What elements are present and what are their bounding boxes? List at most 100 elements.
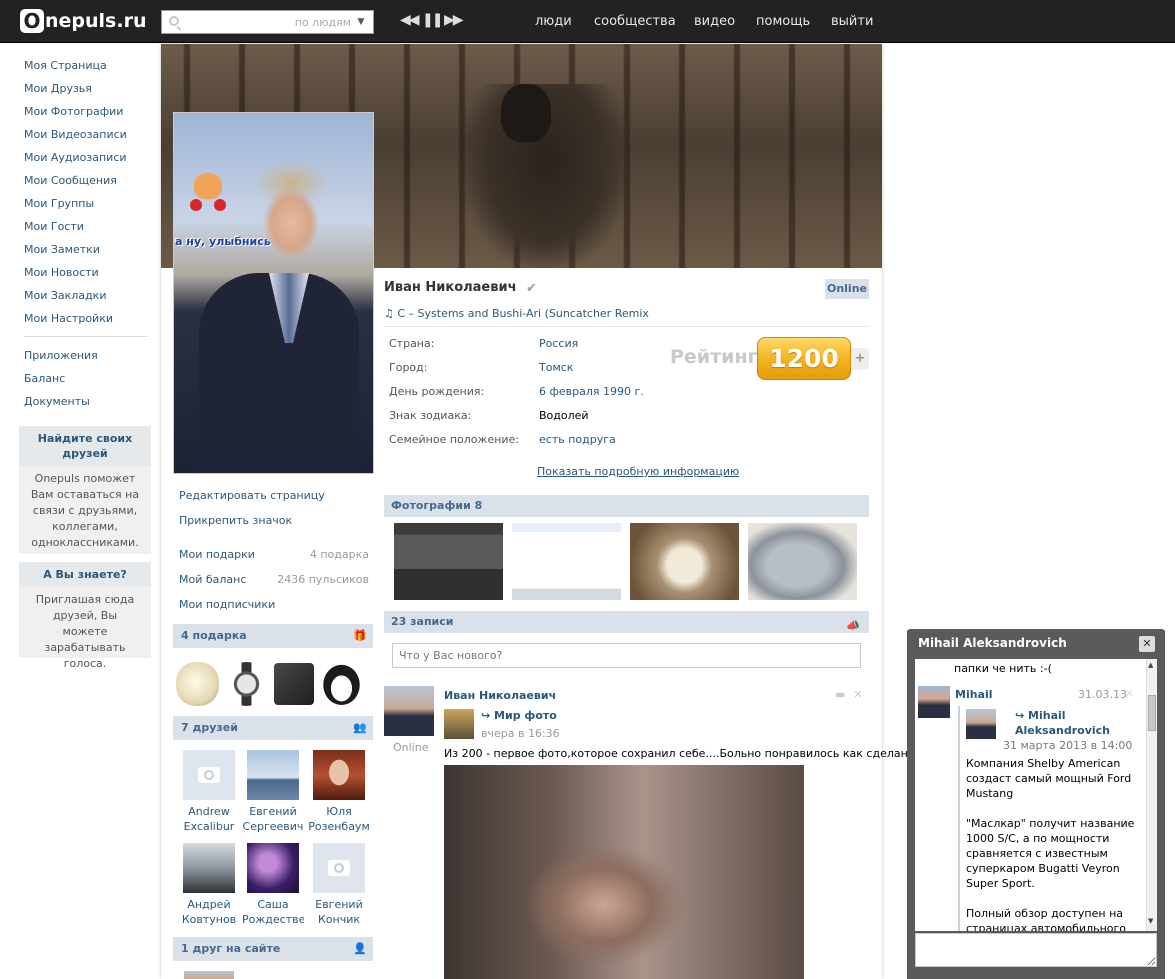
- menu-my-photos[interactable]: Мои Фотографии: [24, 104, 149, 127]
- close-icon[interactable]: ✕: [853, 688, 862, 701]
- edit-page-link[interactable]: Редактировать страницу: [179, 488, 369, 513]
- gifts-header[interactable]: 4 подарка 🎁: [173, 624, 373, 648]
- photo-thumb[interactable]: [394, 523, 503, 600]
- search-input[interactable]: [184, 14, 294, 30]
- friend-last-name: Сергеевич: [242, 820, 304, 833]
- post-text: Из 200 - первое фото,которое сохранил се…: [444, 747, 919, 760]
- wall-post-input[interactable]: [392, 643, 861, 668]
- nav-video[interactable]: видео: [694, 14, 735, 29]
- photo-thumb[interactable]: [512, 523, 621, 600]
- friends-header[interactable]: 7 друзей 👥: [173, 716, 373, 740]
- info-value[interactable]: 6 февраля 1990 г.: [539, 385, 644, 398]
- post-author-name[interactable]: Иван Николаевич: [444, 689, 556, 702]
- prev-track-icon[interactable]: ◀◀: [400, 12, 420, 28]
- photo-thumb[interactable]: [748, 523, 857, 600]
- photo-thumb[interactable]: [630, 523, 739, 600]
- comment-icon[interactable]: ▬: [835, 688, 845, 701]
- audio-player: ◀◀ ❚❚ ▶▶: [400, 12, 464, 28]
- pause-icon[interactable]: ❚❚: [422, 12, 443, 28]
- shared-post-author[interactable]: ↪ Mihail Aleksandrovich: [1015, 708, 1133, 738]
- menu-my-groups[interactable]: Мои Группы: [24, 196, 149, 219]
- menu-balance[interactable]: Баланс: [24, 371, 149, 394]
- post-image[interactable]: [444, 765, 804, 979]
- friend-card[interactable]: Евгений Сергеевич: [242, 750, 304, 834]
- scroll-down-icon[interactable]: ▼: [1148, 917, 1153, 925]
- friend-first-name: Юля: [326, 805, 352, 818]
- nav-communities[interactable]: сообщества: [594, 14, 676, 29]
- post-author-avatar[interactable]: [384, 686, 434, 736]
- menu-my-page[interactable]: Моя Страница: [24, 58, 149, 81]
- chat-message-text: папки че нить :-(: [954, 662, 1052, 675]
- promo-title[interactable]: Найдите своих друзей: [19, 426, 151, 466]
- menu-my-audio[interactable]: Мои Аудиозаписи: [24, 150, 149, 173]
- shared-post-avatar[interactable]: [966, 709, 996, 739]
- friend-card[interactable]: Юля Розенбаум: [308, 750, 370, 834]
- menu-my-notes[interactable]: Мои Заметки: [24, 242, 149, 265]
- nav-help[interactable]: помощь: [756, 14, 810, 29]
- friend-card[interactable]: Евгений Кончик: [308, 843, 370, 927]
- chat-scrollbar[interactable]: ▲ ▼: [1146, 659, 1157, 931]
- penguin-gift-icon[interactable]: [320, 662, 363, 706]
- site-logo[interactable]: O nepuls.ru: [20, 9, 146, 33]
- friend-photo: [247, 750, 299, 800]
- chat-sender-name[interactable]: Mihail: [955, 688, 993, 701]
- info-value[interactable]: Россия: [539, 337, 578, 350]
- show-details-link[interactable]: Показать подробную информацию: [537, 465, 739, 478]
- profile-actions: Редактировать страницу Прикрепить значок: [179, 488, 369, 538]
- online-friends-header[interactable]: 1 друг на сайте 👤: [173, 937, 373, 961]
- repost-time[interactable]: вчера в 16:36: [481, 727, 560, 740]
- profile-avatar[interactable]: а ну, улыбнись: [173, 112, 374, 474]
- rating-badge[interactable]: 1200: [757, 337, 851, 380]
- scroll-up-icon[interactable]: ▲: [1148, 661, 1153, 669]
- menu-documents[interactable]: Документы: [24, 394, 149, 417]
- menu-my-settings[interactable]: Мои Настройки: [24, 311, 149, 334]
- did-you-know-promo: А Вы знаете? Приглашая сюда друзей, Вы м…: [19, 562, 151, 670]
- info-key: Знак зодиака:: [389, 409, 472, 422]
- info-value[interactable]: Томск: [539, 361, 573, 374]
- close-icon[interactable]: ✕: [1139, 636, 1155, 652]
- chat-message-date: 31.03.13: [1078, 688, 1127, 701]
- friend-card[interactable]: Андрей Ковтунов: [178, 843, 240, 927]
- search-box[interactable]: по людям ▼: [161, 10, 374, 34]
- photos-header[interactable]: Фотографии 8: [384, 495, 869, 517]
- chat-sender-avatar[interactable]: [918, 686, 950, 718]
- menu-my-messages[interactable]: Мои Сообщения: [24, 173, 149, 196]
- friend-first-name: Андрей: [187, 898, 231, 911]
- menu-apps[interactable]: Приложения: [24, 348, 149, 371]
- info-value[interactable]: есть подруга: [539, 433, 616, 446]
- logo-mark: O: [20, 9, 44, 33]
- menu-my-news[interactable]: Мои Новости: [24, 265, 149, 288]
- wall-header[interactable]: 23 записи 📣: [384, 611, 869, 633]
- friend-card[interactable]: Саша Рождествен: [242, 843, 304, 927]
- rating-plus-button[interactable]: +: [851, 348, 869, 370]
- menu-my-videos[interactable]: Мои Видеозаписи: [24, 127, 149, 150]
- online-friend-avatar[interactable]: [184, 971, 234, 979]
- watch-gift-icon[interactable]: [225, 662, 268, 706]
- stat-subscribers[interactable]: Мои подписчики: [179, 598, 369, 614]
- close-icon[interactable]: ✕: [1125, 687, 1134, 700]
- online-status-badge: Online: [825, 279, 869, 299]
- stat-label: Мои подписчики: [179, 598, 276, 611]
- scroll-thumb[interactable]: [1148, 695, 1156, 731]
- nav-people[interactable]: люди: [535, 14, 572, 29]
- safe-gift-icon[interactable]: [274, 663, 314, 705]
- chat-title[interactable]: Mihail Aleksandrovich: [918, 636, 1067, 650]
- next-track-icon[interactable]: ▶▶: [444, 12, 464, 28]
- search-icon: [169, 16, 179, 26]
- repost-source-name[interactable]: ↪ Мир фото: [481, 709, 557, 722]
- friend-last-name: Рождествен: [242, 913, 304, 926]
- menu-my-friends[interactable]: Мои Друзья: [24, 81, 149, 104]
- friend-card[interactable]: Andrew Excalibur: [178, 750, 240, 834]
- stat-gifts[interactable]: Мои подарки 4 подарка: [179, 548, 369, 564]
- troll-face-gift-icon[interactable]: [176, 662, 219, 706]
- profile-status-audio[interactable]: ♫ C – Systems and Bushi-Ari (Suncatcher …: [384, 307, 649, 320]
- chat-message-input[interactable]: [915, 933, 1157, 967]
- attach-badge-link[interactable]: Прикрепить значок: [179, 513, 369, 538]
- menu-my-guests[interactable]: Мои Гости: [24, 219, 149, 242]
- menu-my-bookmarks[interactable]: Мои Закладки: [24, 288, 149, 311]
- stat-balance[interactable]: Мой баланс 2436 пульсиков: [179, 573, 369, 589]
- repost-source-avatar[interactable]: [444, 709, 474, 739]
- divider: [384, 326, 869, 327]
- chevron-down-icon[interactable]: ▼: [353, 11, 369, 33]
- nav-logout[interactable]: выйти: [831, 14, 873, 29]
